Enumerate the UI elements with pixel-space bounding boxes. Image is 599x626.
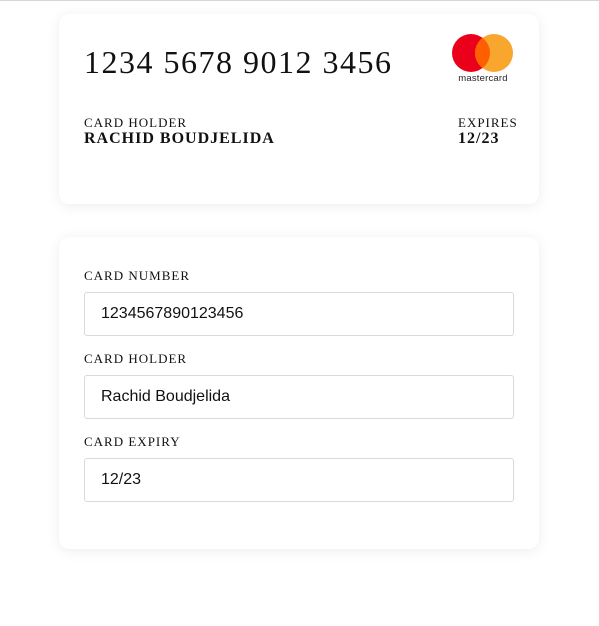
card-holder-label: CARD HOLDER (84, 115, 188, 130)
expires-value: 12/23 (458, 130, 500, 147)
card-holder-field-label: CARD HOLDER (84, 351, 188, 366)
brand-name: mastercard (458, 73, 508, 84)
card-form: CARD NUMBER CARD HOLDER CARD EXPIRY (59, 237, 539, 549)
card-number-display: 1234 5678 9012 3456 (84, 44, 393, 80)
card-preview: 1234 5678 9012 3456 mastercard CARD HOLD… (59, 14, 539, 204)
card-expiry-label: CARD EXPIRY (84, 434, 181, 449)
card-number-input[interactable] (84, 292, 514, 336)
expires-label: EXPIRES (458, 115, 518, 130)
card-holder-input[interactable] (84, 375, 514, 419)
card-expiry-input[interactable] (84, 458, 514, 502)
card-number-label: CARD NUMBER (84, 268, 190, 283)
mastercard-logo-icon: mastercard (451, 34, 515, 86)
mastercard-overlap (475, 34, 513, 72)
card-holder-value: RACHID BOUDJELIDA (84, 130, 275, 147)
